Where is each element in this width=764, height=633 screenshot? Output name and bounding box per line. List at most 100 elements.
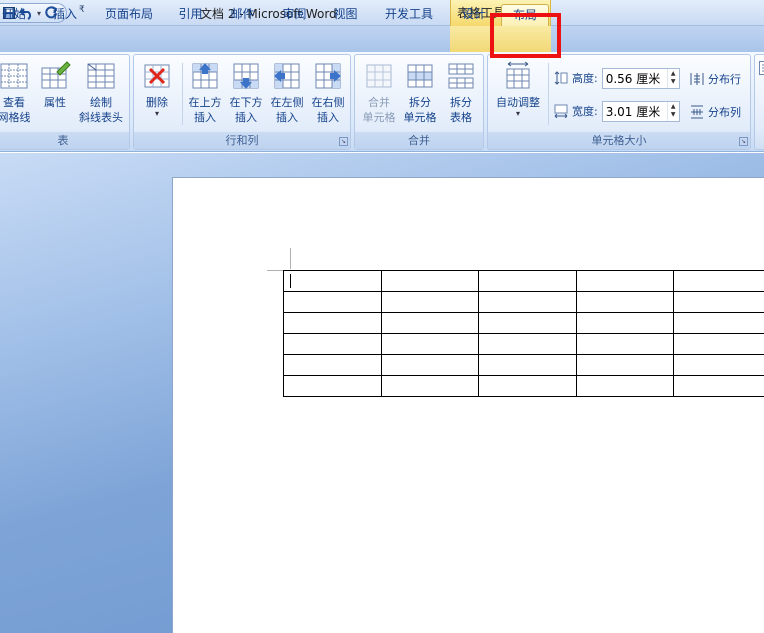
group-rows-columns: 删除 ▾ 在上方 插入 在下方 插入 在左侧 插入 在右侧 插入 行和列 ↘ xyxy=(133,54,351,150)
distribute-columns-icon xyxy=(691,105,703,119)
insert-right-button[interactable]: 在右侧 插入 xyxy=(308,60,348,130)
table-cell[interactable] xyxy=(575,333,674,355)
alignment-icon[interactable] xyxy=(759,61,764,75)
width-spinner-arrows-icon[interactable]: ▲ ▼ xyxy=(666,101,679,121)
table-cell[interactable] xyxy=(282,312,383,334)
split-table-button[interactable]: 拆分 表格 xyxy=(441,60,481,130)
corner-mark xyxy=(290,248,291,269)
insert-left-button[interactable]: 在左侧 插入 xyxy=(267,60,307,130)
insert-below-icon xyxy=(233,63,259,89)
table-cell[interactable] xyxy=(478,291,577,313)
width-label: 宽度: xyxy=(572,105,598,118)
group-table-label: 表 xyxy=(0,132,129,149)
table-cell[interactable] xyxy=(478,270,577,292)
table-cell[interactable] xyxy=(575,312,674,334)
undo-dropdown-icon[interactable]: ▾ xyxy=(37,9,41,18)
table-cell[interactable] xyxy=(282,333,383,355)
height-spinner[interactable]: 0.56 厘米 ▲ ▼ xyxy=(601,67,680,89)
table-cell[interactable] xyxy=(672,291,764,313)
autofit-icon xyxy=(506,61,530,89)
group-alignment-partial xyxy=(754,54,764,150)
table-cell[interactable] xyxy=(381,375,480,397)
table-cell[interactable] xyxy=(381,291,480,313)
table-cell[interactable] xyxy=(672,312,764,334)
insert-left-icon xyxy=(274,63,300,89)
view-gridlines-button[interactable]: 查看 网格线 xyxy=(0,60,31,130)
table-cell[interactable] xyxy=(282,291,383,313)
distribute-rows-label: 分布行 xyxy=(708,73,741,86)
table-cell[interactable] xyxy=(672,270,764,292)
split-cells-button[interactable]: 拆分 单元格 xyxy=(400,60,440,130)
split-table-icon xyxy=(448,63,474,89)
table-cell[interactable] xyxy=(672,375,764,397)
split-cells-icon xyxy=(407,64,433,88)
delete-table-icon xyxy=(144,64,170,88)
distribute-rows-button[interactable]: 分布行 xyxy=(690,68,741,90)
tab-view[interactable]: 视图 xyxy=(332,4,359,26)
table-cell[interactable] xyxy=(478,354,577,376)
table-cell[interactable] xyxy=(575,375,674,397)
separator xyxy=(548,63,549,125)
row-height-icon xyxy=(554,71,568,85)
insert-right-label: 在右侧 插入 xyxy=(311,96,345,124)
column-width-control: 宽度: 3.01 厘米 ▲ ▼ xyxy=(554,100,680,122)
height-spinner-arrows-icon[interactable]: ▲ ▼ xyxy=(666,68,679,88)
table-row xyxy=(282,312,764,334)
distribute-columns-button[interactable]: 分布列 xyxy=(690,101,741,123)
table-cell[interactable] xyxy=(282,270,383,292)
customize-toolbar-icon[interactable]: ₹ xyxy=(79,5,85,15)
text-cursor xyxy=(290,274,291,288)
table-row xyxy=(282,291,764,313)
table-row xyxy=(282,375,764,397)
insert-below-label: 在下方 插入 xyxy=(229,96,263,124)
column-width-icon xyxy=(554,104,568,118)
table-cell[interactable] xyxy=(381,270,480,292)
cell-size-launcher-icon[interactable]: ↘ xyxy=(739,137,748,146)
document-page[interactable] xyxy=(172,177,764,633)
tab-insert[interactable]: 插入 xyxy=(52,4,78,26)
distribute-columns-label: 分布列 xyxy=(708,106,741,119)
tab-developer[interactable]: 开发工具 xyxy=(383,4,435,26)
autofit-button[interactable]: 自动调整 ▾ xyxy=(491,60,545,130)
table-cell[interactable] xyxy=(672,354,764,376)
table-cell[interactable] xyxy=(478,312,577,334)
table-cell[interactable] xyxy=(282,354,383,376)
table-cell[interactable] xyxy=(478,333,577,355)
delete-label: 删除 xyxy=(146,96,168,109)
table-cell[interactable] xyxy=(575,270,674,292)
table-cell[interactable] xyxy=(282,375,383,397)
tab-home[interactable]: 开始 xyxy=(0,4,28,26)
table-cell[interactable] xyxy=(672,333,764,355)
table-cell[interactable] xyxy=(381,333,480,355)
draw-diagonal-header-button[interactable]: 绘制 斜线表头 xyxy=(75,60,127,130)
table-cell[interactable] xyxy=(381,312,480,334)
document-workspace xyxy=(0,153,764,633)
properties-button[interactable]: 属性 xyxy=(35,60,75,130)
table-cell[interactable] xyxy=(575,291,674,313)
table-cell[interactable] xyxy=(478,375,577,397)
properties-label: 属性 xyxy=(44,96,66,109)
table-row xyxy=(282,354,764,376)
tab-layout[interactable]: 布局 xyxy=(501,4,549,26)
tab-review[interactable]: 审阅 xyxy=(281,4,308,26)
insert-above-button[interactable]: 在上方 插入 xyxy=(185,60,225,130)
view-gridlines-label: 查看 网格线 xyxy=(0,96,31,124)
tab-references[interactable]: 引用 xyxy=(177,4,204,26)
group-rows-columns-label: 行和列 xyxy=(134,132,350,149)
merge-cells-label: 合并 单元格 xyxy=(362,96,396,124)
table-cell[interactable] xyxy=(381,354,480,376)
tab-page-layout[interactable]: 页面布局 xyxy=(104,4,154,26)
rows-columns-launcher-icon[interactable]: ↘ xyxy=(339,137,348,146)
tab-mailings[interactable]: 邮件 xyxy=(229,4,256,26)
document-table[interactable] xyxy=(282,270,764,397)
delete-button[interactable]: 删除 ▾ xyxy=(138,60,176,130)
table-cell[interactable] xyxy=(575,354,674,376)
merge-cells-icon xyxy=(366,64,392,88)
insert-below-button[interactable]: 在下方 插入 xyxy=(226,60,266,130)
height-value: 0.56 厘米 xyxy=(605,71,661,86)
group-cell-size-label: 单元格大小 xyxy=(488,132,750,149)
tab-design[interactable]: 设计 xyxy=(460,4,488,26)
merge-cells-button[interactable]: 合并 单元格 xyxy=(359,60,399,130)
insert-above-label: 在上方 插入 xyxy=(188,96,222,124)
width-spinner[interactable]: 3.01 厘米 ▲ ▼ xyxy=(601,100,680,122)
